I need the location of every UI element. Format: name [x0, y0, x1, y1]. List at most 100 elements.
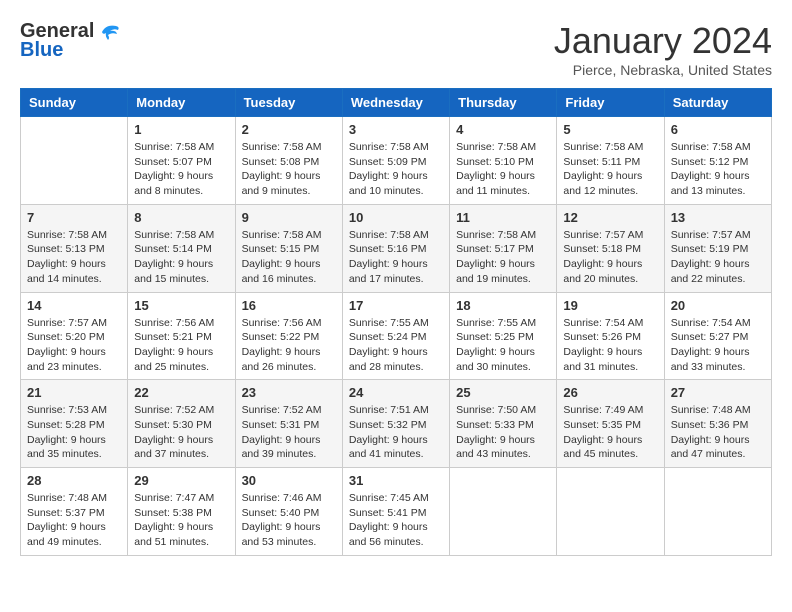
day-info: Sunrise: 7:55 AMSunset: 5:25 PMDaylight:… — [456, 317, 536, 373]
day-number: 11 — [456, 210, 550, 225]
calendar-week-row: 21 Sunrise: 7:53 AMSunset: 5:28 PMDaylig… — [21, 380, 772, 468]
day-info: Sunrise: 7:49 AMSunset: 5:35 PMDaylight:… — [563, 404, 643, 460]
calendar-cell: 18 Sunrise: 7:55 AMSunset: 5:25 PMDaylig… — [450, 292, 557, 380]
day-number: 8 — [134, 210, 228, 225]
day-info: Sunrise: 7:46 AMSunset: 5:40 PMDaylight:… — [242, 492, 322, 548]
day-info: Sunrise: 7:54 AMSunset: 5:26 PMDaylight:… — [563, 317, 643, 373]
day-info: Sunrise: 7:45 AMSunset: 5:41 PMDaylight:… — [349, 492, 429, 548]
calendar-cell — [557, 468, 664, 556]
day-info: Sunrise: 7:54 AMSunset: 5:27 PMDaylight:… — [671, 317, 751, 373]
calendar-cell — [21, 117, 128, 205]
day-number: 28 — [27, 473, 121, 488]
day-number: 15 — [134, 298, 228, 313]
day-info: Sunrise: 7:58 AMSunset: 5:14 PMDaylight:… — [134, 229, 214, 285]
title-area: January 2024 Pierce, Nebraska, United St… — [554, 20, 772, 78]
day-info: Sunrise: 7:47 AMSunset: 5:38 PMDaylight:… — [134, 492, 214, 548]
day-number: 24 — [349, 385, 443, 400]
calendar-week-row: 1 Sunrise: 7:58 AMSunset: 5:07 PMDayligh… — [21, 117, 772, 205]
day-info: Sunrise: 7:58 AMSunset: 5:12 PMDaylight:… — [671, 141, 751, 197]
day-info: Sunrise: 7:58 AMSunset: 5:08 PMDaylight:… — [242, 141, 322, 197]
day-info: Sunrise: 7:56 AMSunset: 5:22 PMDaylight:… — [242, 317, 322, 373]
weekday-header-thursday: Thursday — [450, 89, 557, 117]
calendar-cell: 8 Sunrise: 7:58 AMSunset: 5:14 PMDayligh… — [128, 204, 235, 292]
calendar-cell — [664, 468, 771, 556]
calendar-cell: 5 Sunrise: 7:58 AMSunset: 5:11 PMDayligh… — [557, 117, 664, 205]
day-number: 10 — [349, 210, 443, 225]
day-info: Sunrise: 7:52 AMSunset: 5:31 PMDaylight:… — [242, 404, 322, 460]
day-number: 4 — [456, 122, 550, 137]
day-info: Sunrise: 7:55 AMSunset: 5:24 PMDaylight:… — [349, 317, 429, 373]
calendar-cell: 22 Sunrise: 7:52 AMSunset: 5:30 PMDaylig… — [128, 380, 235, 468]
calendar-cell: 7 Sunrise: 7:58 AMSunset: 5:13 PMDayligh… — [21, 204, 128, 292]
day-info: Sunrise: 7:58 AMSunset: 5:07 PMDaylight:… — [134, 141, 214, 197]
day-info: Sunrise: 7:50 AMSunset: 5:33 PMDaylight:… — [456, 404, 536, 460]
calendar-cell: 30 Sunrise: 7:46 AMSunset: 5:40 PMDaylig… — [235, 468, 342, 556]
calendar-table: SundayMondayTuesdayWednesdayThursdayFrid… — [20, 88, 772, 556]
calendar-cell: 13 Sunrise: 7:57 AMSunset: 5:19 PMDaylig… — [664, 204, 771, 292]
day-number: 19 — [563, 298, 657, 313]
calendar-cell: 26 Sunrise: 7:49 AMSunset: 5:35 PMDaylig… — [557, 380, 664, 468]
calendar-cell: 24 Sunrise: 7:51 AMSunset: 5:32 PMDaylig… — [342, 380, 449, 468]
day-info: Sunrise: 7:57 AMSunset: 5:18 PMDaylight:… — [563, 229, 643, 285]
weekday-header-sunday: Sunday — [21, 89, 128, 117]
day-info: Sunrise: 7:53 AMSunset: 5:28 PMDaylight:… — [27, 404, 107, 460]
day-number: 18 — [456, 298, 550, 313]
calendar-cell: 1 Sunrise: 7:58 AMSunset: 5:07 PMDayligh… — [128, 117, 235, 205]
weekday-header-tuesday: Tuesday — [235, 89, 342, 117]
calendar-cell: 2 Sunrise: 7:58 AMSunset: 5:08 PMDayligh… — [235, 117, 342, 205]
calendar-cell — [450, 468, 557, 556]
day-number: 20 — [671, 298, 765, 313]
day-number: 12 — [563, 210, 657, 225]
calendar-week-row: 14 Sunrise: 7:57 AMSunset: 5:20 PMDaylig… — [21, 292, 772, 380]
calendar-cell: 17 Sunrise: 7:55 AMSunset: 5:24 PMDaylig… — [342, 292, 449, 380]
day-number: 26 — [563, 385, 657, 400]
location-subtitle: Pierce, Nebraska, United States — [554, 62, 772, 78]
calendar-cell: 20 Sunrise: 7:54 AMSunset: 5:27 PMDaylig… — [664, 292, 771, 380]
day-number: 14 — [27, 298, 121, 313]
day-info: Sunrise: 7:58 AMSunset: 5:13 PMDaylight:… — [27, 229, 107, 285]
day-info: Sunrise: 7:56 AMSunset: 5:21 PMDaylight:… — [134, 317, 214, 373]
day-info: Sunrise: 7:48 AMSunset: 5:36 PMDaylight:… — [671, 404, 751, 460]
day-number: 27 — [671, 385, 765, 400]
calendar-cell: 19 Sunrise: 7:54 AMSunset: 5:26 PMDaylig… — [557, 292, 664, 380]
calendar-cell: 3 Sunrise: 7:58 AMSunset: 5:09 PMDayligh… — [342, 117, 449, 205]
calendar-cell: 11 Sunrise: 7:58 AMSunset: 5:17 PMDaylig… — [450, 204, 557, 292]
calendar-cell: 27 Sunrise: 7:48 AMSunset: 5:36 PMDaylig… — [664, 380, 771, 468]
weekday-header-monday: Monday — [128, 89, 235, 117]
calendar-cell: 6 Sunrise: 7:58 AMSunset: 5:12 PMDayligh… — [664, 117, 771, 205]
calendar-cell: 16 Sunrise: 7:56 AMSunset: 5:22 PMDaylig… — [235, 292, 342, 380]
day-info: Sunrise: 7:52 AMSunset: 5:30 PMDaylight:… — [134, 404, 214, 460]
day-number: 29 — [134, 473, 228, 488]
day-number: 16 — [242, 298, 336, 313]
day-info: Sunrise: 7:57 AMSunset: 5:19 PMDaylight:… — [671, 229, 751, 285]
day-info: Sunrise: 7:58 AMSunset: 5:10 PMDaylight:… — [456, 141, 536, 197]
day-number: 13 — [671, 210, 765, 225]
day-number: 31 — [349, 473, 443, 488]
day-number: 25 — [456, 385, 550, 400]
calendar-cell: 4 Sunrise: 7:58 AMSunset: 5:10 PMDayligh… — [450, 117, 557, 205]
calendar-cell: 10 Sunrise: 7:58 AMSunset: 5:16 PMDaylig… — [342, 204, 449, 292]
day-info: Sunrise: 7:58 AMSunset: 5:09 PMDaylight:… — [349, 141, 429, 197]
logo: General Blue — [20, 20, 120, 62]
calendar-cell: 15 Sunrise: 7:56 AMSunset: 5:21 PMDaylig… — [128, 292, 235, 380]
calendar-cell: 28 Sunrise: 7:48 AMSunset: 5:37 PMDaylig… — [21, 468, 128, 556]
weekday-header-row: SundayMondayTuesdayWednesdayThursdayFrid… — [21, 89, 772, 117]
calendar-cell: 9 Sunrise: 7:58 AMSunset: 5:15 PMDayligh… — [235, 204, 342, 292]
logo-bird-icon — [98, 22, 120, 42]
logo-text-blue: Blue — [20, 39, 63, 62]
calendar-cell: 12 Sunrise: 7:57 AMSunset: 5:18 PMDaylig… — [557, 204, 664, 292]
calendar-cell: 31 Sunrise: 7:45 AMSunset: 5:41 PMDaylig… — [342, 468, 449, 556]
calendar-cell: 21 Sunrise: 7:53 AMSunset: 5:28 PMDaylig… — [21, 380, 128, 468]
day-number: 2 — [242, 122, 336, 137]
weekday-header-saturday: Saturday — [664, 89, 771, 117]
day-info: Sunrise: 7:57 AMSunset: 5:20 PMDaylight:… — [27, 317, 107, 373]
day-info: Sunrise: 7:58 AMSunset: 5:16 PMDaylight:… — [349, 229, 429, 285]
calendar-cell: 23 Sunrise: 7:52 AMSunset: 5:31 PMDaylig… — [235, 380, 342, 468]
weekday-header-friday: Friday — [557, 89, 664, 117]
day-number: 17 — [349, 298, 443, 313]
page-header: General Blue January 2024 Pierce, Nebras… — [20, 20, 772, 78]
day-number: 21 — [27, 385, 121, 400]
calendar-week-row: 28 Sunrise: 7:48 AMSunset: 5:37 PMDaylig… — [21, 468, 772, 556]
calendar-cell: 29 Sunrise: 7:47 AMSunset: 5:38 PMDaylig… — [128, 468, 235, 556]
day-number: 6 — [671, 122, 765, 137]
